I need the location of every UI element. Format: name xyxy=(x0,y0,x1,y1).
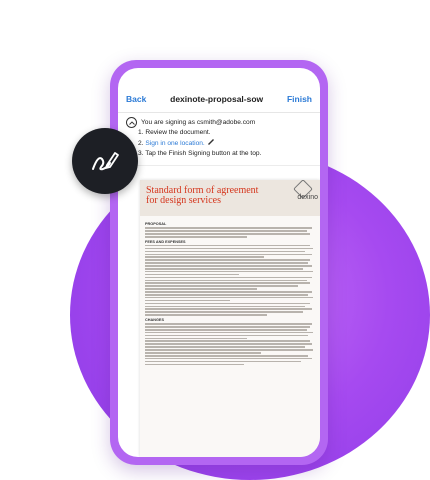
text-line xyxy=(145,291,312,293)
text-line xyxy=(145,253,312,256)
section-heading: CHANGES xyxy=(145,317,164,322)
text-line xyxy=(145,311,304,313)
text-line xyxy=(145,233,310,235)
signing-as-text: You are signing as csmith@adobe.com xyxy=(141,118,256,126)
text-line xyxy=(145,352,261,354)
text-line xyxy=(145,294,309,296)
text-line xyxy=(145,288,258,290)
text-line xyxy=(145,296,314,299)
text-line xyxy=(145,250,305,253)
text-line xyxy=(145,282,310,285)
chevron-up-icon[interactable] xyxy=(126,117,137,128)
text-line xyxy=(145,270,314,273)
signing-instructions: You are signing as csmith@adobe.com 1. R… xyxy=(118,113,320,166)
text-line xyxy=(145,328,307,331)
text-line xyxy=(145,276,312,279)
signature-pen-icon xyxy=(72,128,138,194)
text-line xyxy=(145,323,312,325)
document-heading-line2: for design services xyxy=(146,195,221,206)
text-line xyxy=(145,247,314,250)
text-line xyxy=(145,337,247,340)
section-heading: FEES AND EXPENSES xyxy=(145,239,186,244)
text-line xyxy=(145,305,305,308)
document-body: PROPOSAL FEES AND EXPENSES CHANGES xyxy=(140,216,320,370)
text-line xyxy=(145,357,312,360)
document-page[interactable]: Standard form of agreement for design se… xyxy=(140,180,320,457)
section-heading: PROPOSAL xyxy=(145,222,167,226)
text-line xyxy=(145,259,310,261)
document-logo: dexino xyxy=(297,194,318,201)
sign-location-link[interactable]: Sign in one location. xyxy=(145,140,204,147)
text-line xyxy=(145,360,302,363)
step-sign: 2. Sign in one location. xyxy=(138,138,312,149)
text-line xyxy=(145,285,298,287)
document-title: dexinote-proposal-sow xyxy=(170,94,264,104)
text-line xyxy=(145,343,312,345)
text-line xyxy=(145,314,268,316)
text-line xyxy=(145,244,310,247)
text-line xyxy=(145,273,239,276)
text-line xyxy=(145,256,264,259)
text-line xyxy=(145,363,244,366)
text-line xyxy=(145,308,312,311)
text-line xyxy=(145,267,304,270)
text-line xyxy=(145,302,310,305)
document-heading: Standard form of agreement for design se… xyxy=(146,186,258,206)
phone-screen: Back dexinote-proposal-sow Finish You ar… xyxy=(118,68,320,457)
text-line xyxy=(145,334,309,337)
text-line xyxy=(145,349,314,351)
pen-icon xyxy=(207,139,215,147)
text-line xyxy=(145,326,310,328)
text-line xyxy=(145,235,247,238)
step-review: 1. Review the document. xyxy=(138,129,211,136)
text-line xyxy=(145,230,307,232)
back-button[interactable]: Back xyxy=(126,94,146,104)
phone-frame: Back dexinote-proposal-sow Finish You ar… xyxy=(110,60,328,465)
text-line xyxy=(145,227,312,229)
finish-button[interactable]: Finish xyxy=(287,94,312,104)
text-line xyxy=(145,354,309,357)
navigation-bar: Back dexinote-proposal-sow Finish xyxy=(118,86,320,113)
text-line xyxy=(145,262,309,264)
text-line xyxy=(145,346,305,348)
text-line xyxy=(145,265,312,267)
document-header: Standard form of agreement for design se… xyxy=(140,180,320,216)
text-line xyxy=(145,279,307,282)
text-line xyxy=(145,331,314,334)
text-line xyxy=(145,299,230,302)
text-line xyxy=(145,340,310,343)
step-finish: 3. Tap the Finish Signing button at the … xyxy=(138,150,262,157)
